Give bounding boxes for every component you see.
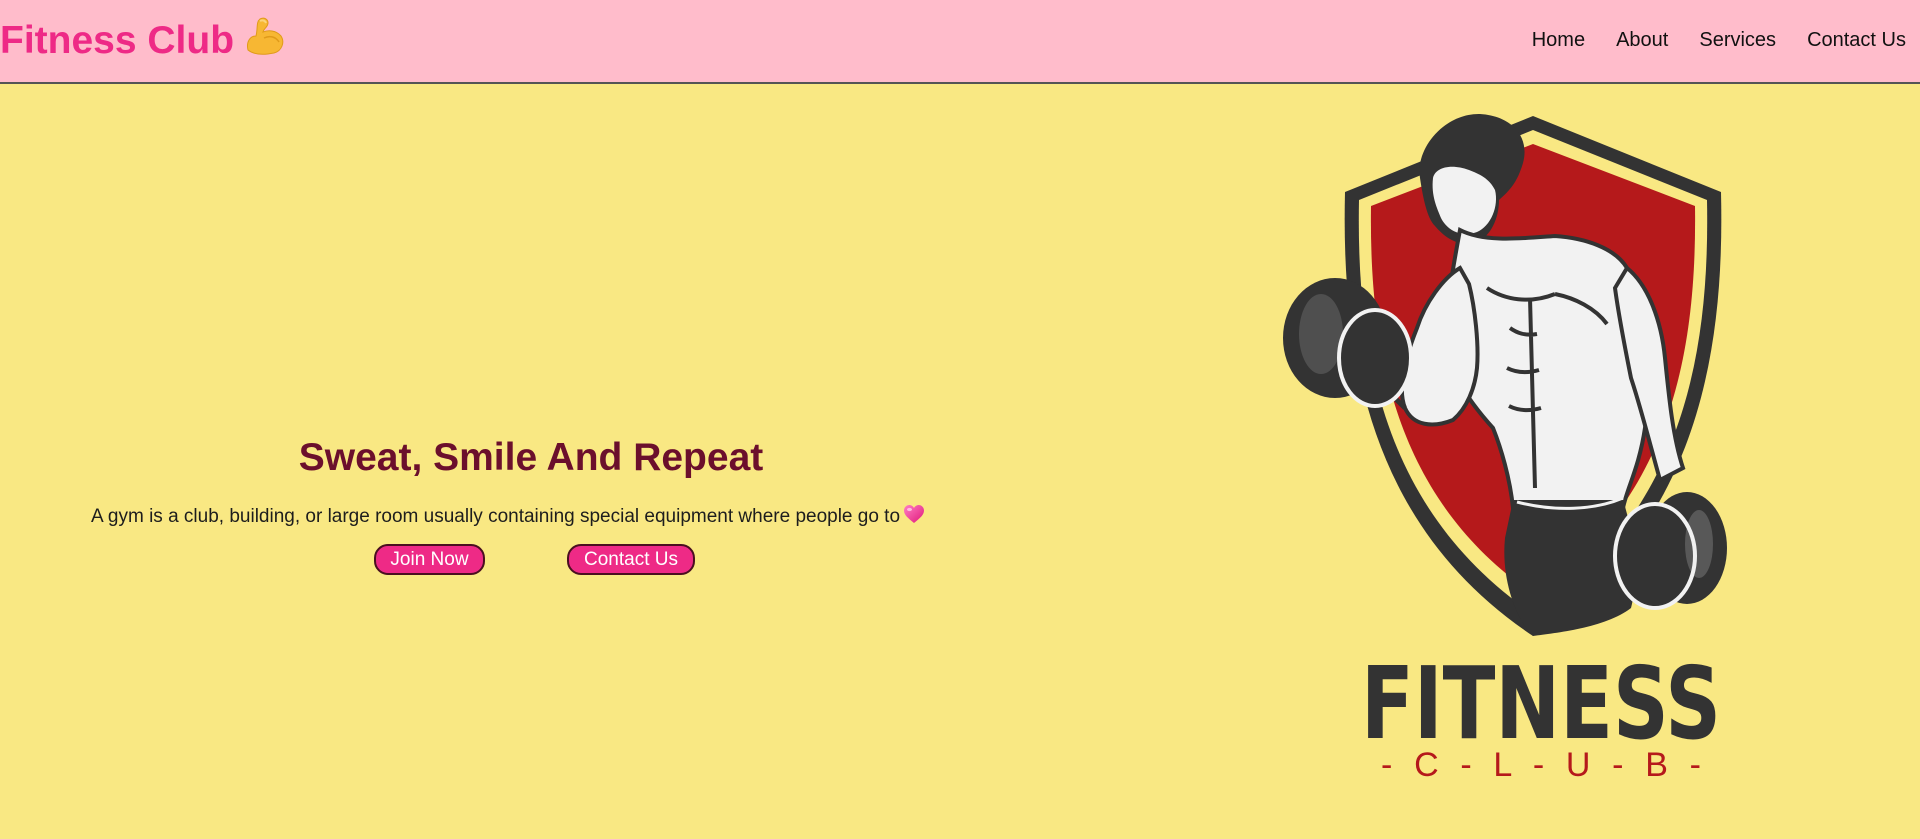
logo-title: FITNESS (1361, 645, 1721, 762)
nav-link-about[interactable]: About (1616, 29, 1668, 52)
logo-subtitle: - C - L - U - B - (1381, 746, 1701, 784)
nav-menu: Home About Services Contact Us (1501, 29, 1920, 52)
flexed-biceps-icon (242, 16, 286, 66)
nav-link-services[interactable]: Services (1699, 29, 1776, 52)
hero-description: A gym is a club, building, or large room… (91, 504, 925, 530)
hero-section: Sweat, Smile And Repeat A gym is a club,… (0, 436, 1062, 575)
brand-logo[interactable]: Fitness Club (0, 16, 286, 66)
contact-us-button[interactable]: Contact Us (567, 544, 695, 575)
brand-name: Fitness Club (0, 19, 235, 62)
nav-link-contact-us[interactable]: Contact Us (1807, 29, 1906, 52)
fitness-club-logo: FITNESS - C - L - U - B - (1255, 108, 1755, 788)
join-now-button[interactable]: Join Now (374, 544, 485, 575)
hero-title: Sweat, Smile And Repeat (298, 436, 764, 479)
navbar: Fitness Club Home About Services Contact… (0, 0, 1920, 84)
pink-heart-icon (903, 504, 925, 530)
nav-link-home[interactable]: Home (1532, 29, 1585, 52)
hero-description-text: A gym is a club, building, or large room… (91, 506, 901, 527)
